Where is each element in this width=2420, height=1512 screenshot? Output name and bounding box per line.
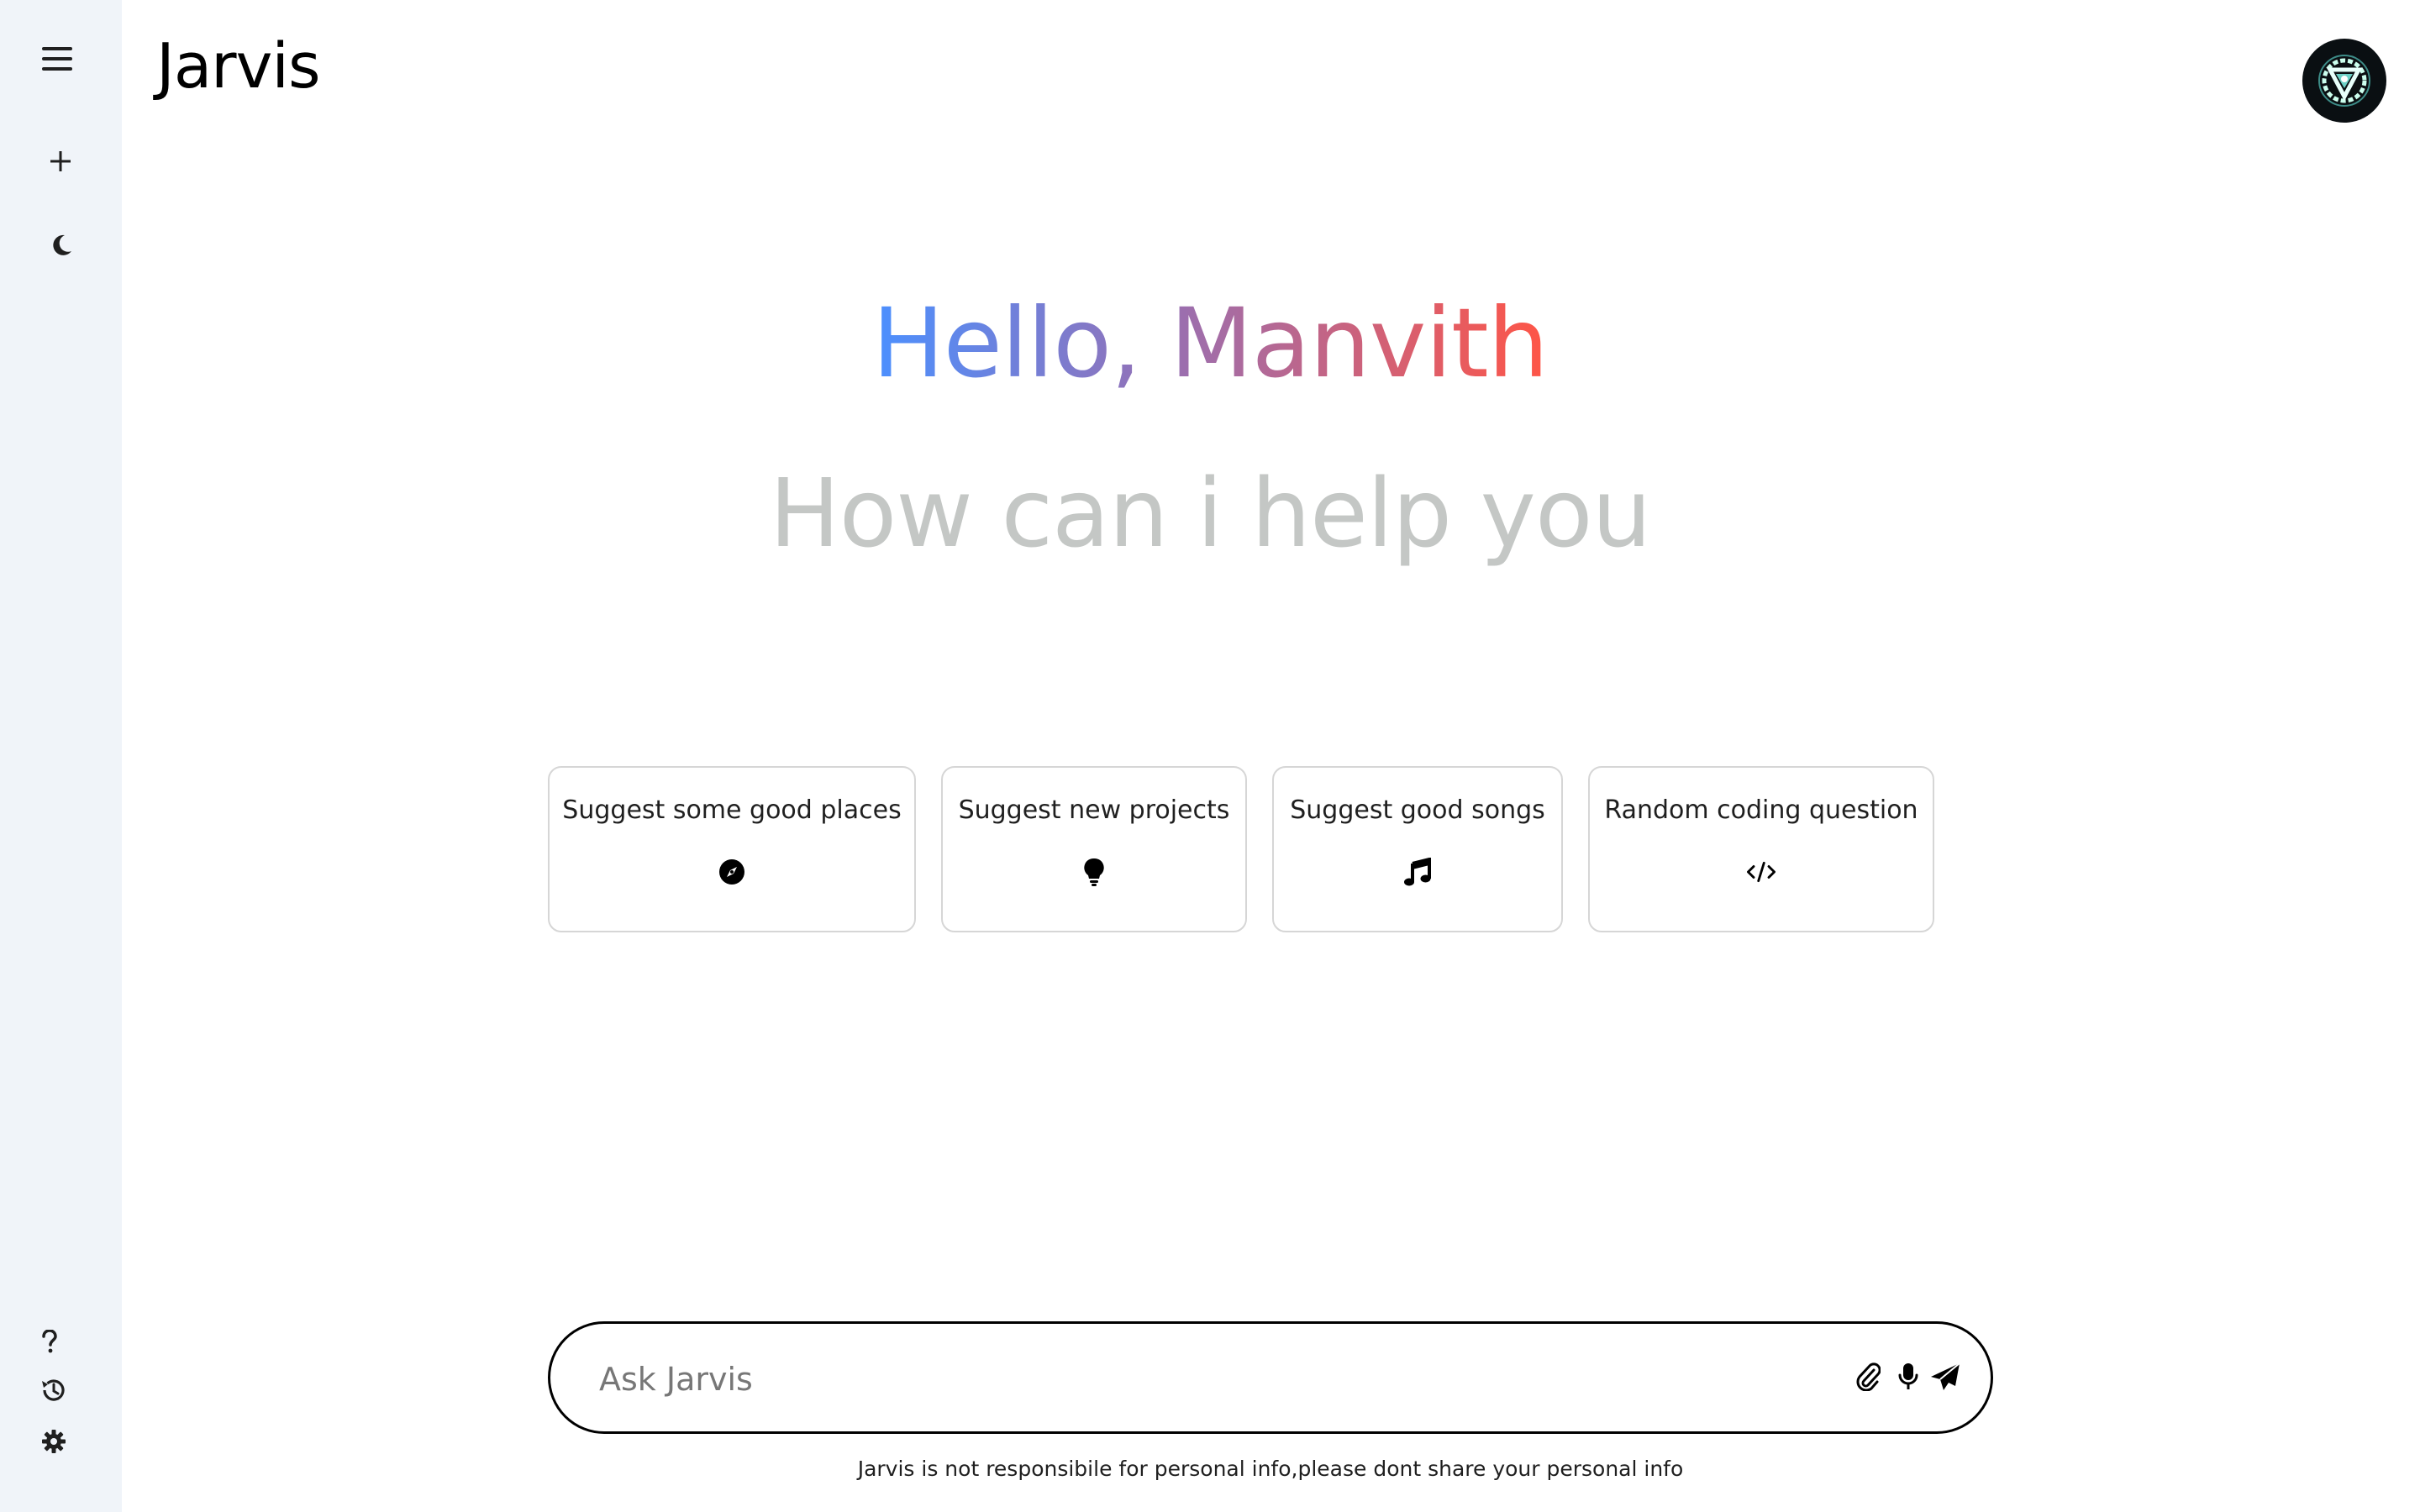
suggestion-card-projects[interactable]: Suggest new projects xyxy=(941,766,1247,932)
greeting-text: Hello, Manvith xyxy=(872,287,1549,399)
moon-icon[interactable] xyxy=(45,228,79,262)
new-chat-plus-icon[interactable] xyxy=(44,144,77,178)
send-icon[interactable] xyxy=(1928,1360,1962,1394)
card-label: Suggest new projects xyxy=(958,795,1230,825)
compass-icon xyxy=(717,857,747,887)
greeting-heading: Hello, Manvith xyxy=(0,296,2420,391)
app-title: Jarvis xyxy=(156,30,321,102)
arc-reactor-icon xyxy=(2318,55,2370,107)
prompt-input[interactable] xyxy=(597,1349,1760,1410)
avatar[interactable] xyxy=(2302,39,2386,123)
prompt-box xyxy=(548,1321,1993,1434)
question-icon[interactable] xyxy=(35,1327,64,1356)
card-label: Suggest some good places xyxy=(562,795,902,825)
suggestion-card-songs[interactable]: Suggest good songs xyxy=(1272,766,1563,932)
microphone-icon[interactable] xyxy=(1891,1360,1925,1394)
paperclip-icon[interactable] xyxy=(1851,1360,1885,1394)
code-icon xyxy=(1746,857,1776,887)
card-label: Random coding question xyxy=(1604,795,1918,825)
subtitle-heading: How can i help you xyxy=(769,459,1652,569)
menu-icon[interactable] xyxy=(35,42,79,76)
gear-icon[interactable] xyxy=(37,1426,71,1457)
lightbulb-icon xyxy=(1079,857,1109,887)
disclaimer-text: Jarvis is not responsibile for personal … xyxy=(857,1457,1684,1481)
music-icon xyxy=(1402,857,1433,887)
card-label: Suggest good songs xyxy=(1290,795,1545,825)
history-icon[interactable] xyxy=(37,1376,71,1404)
suggestion-card-places[interactable]: Suggest some good places xyxy=(548,766,916,932)
sidebar xyxy=(0,0,122,1512)
app-root: Jarvis Hello, Manvith How can i help you… xyxy=(0,0,2420,1512)
suggestion-card-coding[interactable]: Random coding question xyxy=(1588,766,1934,932)
